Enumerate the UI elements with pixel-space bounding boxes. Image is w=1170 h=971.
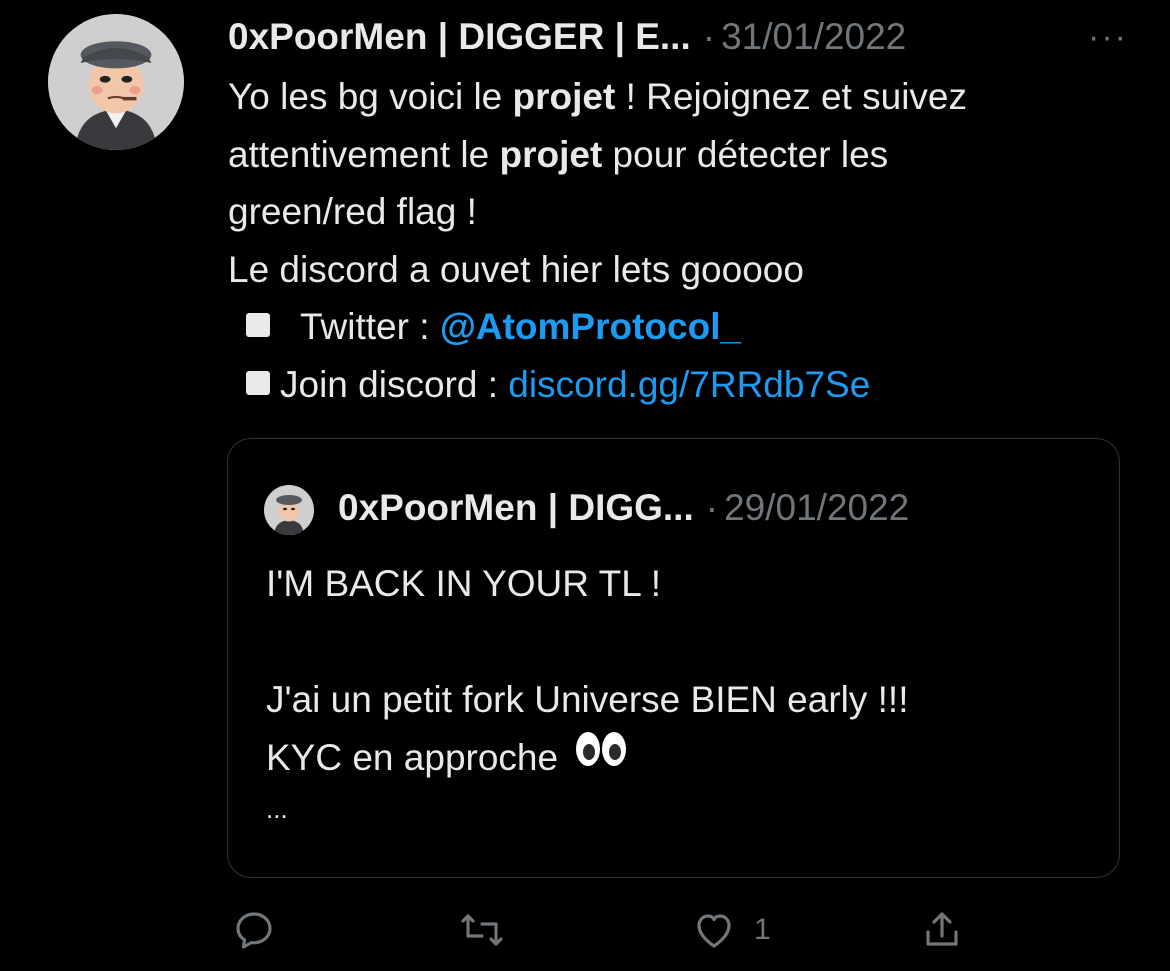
- tweet-line-6: Join discord : discord.gg/7RRdb7Se: [228, 356, 1128, 414]
- author-avatar[interactable]: [48, 14, 184, 150]
- quoted-author-name: 0xPoorMen | DIGG...: [338, 487, 694, 528]
- text-span: ! Rejoignez et suivez: [615, 76, 967, 117]
- tweet-line-4: Le discord a ouvet hier lets gooooo: [228, 248, 804, 290]
- quoted-author-avatar: [264, 485, 314, 535]
- square-bullet-icon: [246, 370, 270, 395]
- tweet-text: Yo les bg voici le projet ! Rejoignez et…: [228, 68, 1128, 413]
- bold-text: projet: [512, 76, 616, 117]
- header-separator: ·: [705, 487, 719, 528]
- twitter-label: Twitter :: [300, 306, 440, 347]
- quoted-header: 0xPoorMen | DIGG... · 29/01/2022: [338, 483, 909, 533]
- tweet-header: 0xPoorMen | DIGGER | E... · 31/01/2022 ·…: [228, 12, 1128, 62]
- avatar-cartoon-man-icon: [48, 14, 184, 150]
- tweet-line-5: Twitter : @AtomProtocol_: [228, 298, 1128, 356]
- tweet-line-2: attentivement le projet pour détecter le…: [228, 126, 1128, 184]
- text-span: attentivement le: [228, 133, 500, 175]
- discord-link[interactable]: discord.gg/7RRdb7Se: [508, 364, 870, 405]
- author-name[interactable]: 0xPoorMen | DIGGER | E...: [228, 12, 691, 62]
- header-separator: ·: [702, 16, 716, 57]
- quoted-tweet[interactable]: 0xPoorMen | DIGG... · 29/01/2022 I'M BAC…: [227, 438, 1120, 878]
- quoted-line-1: I'M BACK IN YOUR TL !: [266, 563, 661, 604]
- mention-link[interactable]: @AtomProtocol_: [440, 306, 741, 347]
- share-button[interactable]: [918, 900, 966, 960]
- share-icon: [926, 912, 958, 946]
- eyes-emoji-icon: [574, 728, 628, 786]
- text-span: KYC en approche: [266, 737, 569, 778]
- tweet-line-3: green/red flag !: [228, 191, 477, 232]
- text-span: pour détecter les: [602, 133, 889, 175]
- tweet-actions: 1: [0, 900, 1170, 960]
- avatar-cartoon-man-icon: [264, 485, 314, 535]
- retweet-button[interactable]: [458, 900, 506, 960]
- like-button[interactable]: 1: [690, 900, 771, 960]
- tweet-line-1: Yo les bg voici le projet ! Rejoignez et…: [228, 68, 1128, 126]
- reply-icon: [236, 912, 272, 949]
- quoted-line-3: KYC en approche: [266, 729, 1096, 787]
- quoted-text: I'M BACK IN YOUR TL ! J'ai un petit fork…: [266, 555, 1096, 845]
- like-count: 1: [754, 913, 771, 946]
- discord-label: Join discord :: [280, 363, 509, 405]
- text-span: Yo les bg voici le: [228, 76, 513, 117]
- quoted-line-4: ...: [266, 794, 288, 824]
- quoted-blank-line: [266, 613, 1096, 671]
- retweet-icon: [461, 914, 503, 946]
- quoted-line-2: J'ai un petit fork Universe BIEN early !…: [266, 679, 909, 720]
- tweet-date[interactable]: 31/01/2022: [721, 12, 906, 62]
- more-options-icon[interactable]: ···: [1088, 12, 1128, 62]
- quoted-date: 29/01/2022: [724, 487, 910, 528]
- reply-button[interactable]: [230, 900, 278, 960]
- bold-text: projet: [499, 133, 603, 175]
- square-bullet-icon: [246, 313, 270, 338]
- heart-icon: [697, 914, 731, 948]
